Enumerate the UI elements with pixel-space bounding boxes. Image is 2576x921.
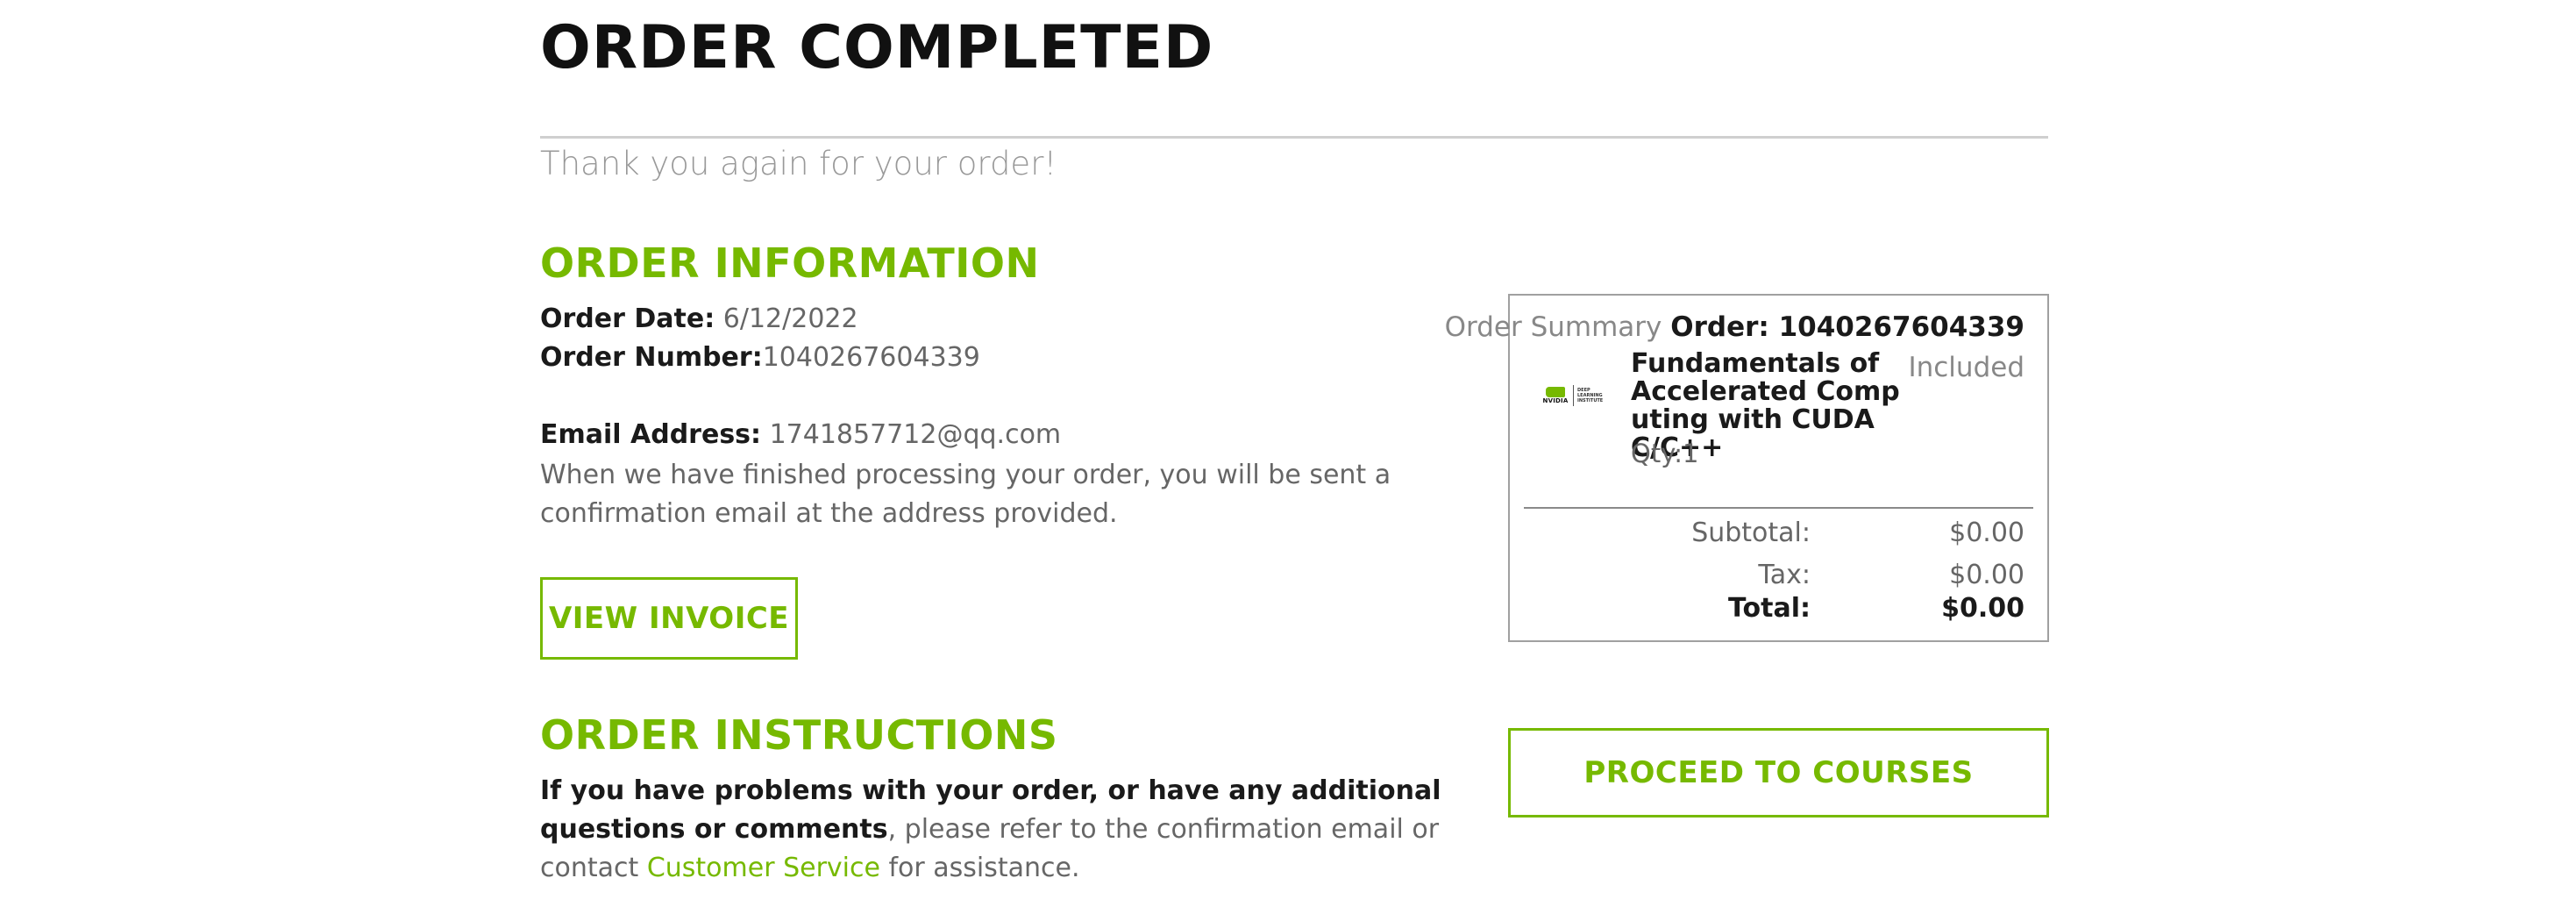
- order-instructions-heading: ORDER INSTRUCTIONS: [540, 711, 1058, 759]
- order-completed-page: ORDER COMPLETED Thank you again for your…: [0, 0, 2576, 921]
- proceed-to-courses-button[interactable]: PROCEED TO COURSES: [1508, 728, 2049, 817]
- thank-you-message: Thank you again for your order!: [540, 145, 1057, 182]
- page-title: ORDER COMPLETED: [540, 13, 1214, 82]
- order-date-value: 6/12/2022: [722, 303, 858, 334]
- order-information-heading: ORDER INFORMATION: [540, 239, 1040, 287]
- email-confirmation-note: When we have finished processing your or…: [540, 460, 1391, 529]
- summary-divider: [1524, 507, 2033, 509]
- email-address-row: Email Address: 1741857712@qq.com: [540, 416, 1061, 454]
- nvidia-eye-icon: NVIDIA: [1541, 387, 1569, 404]
- total-value: $0.00: [1941, 593, 2025, 624]
- order-summary-box: Order Summary Order: 1040267604339 NVIDI…: [1445, 294, 2049, 642]
- logo-divider: [1573, 385, 1574, 406]
- customer-service-link[interactable]: Customer Service: [647, 853, 880, 883]
- view-invoice-button[interactable]: VIEW INVOICE: [540, 577, 798, 660]
- order-date-row: Order Date: 6/12/2022: [540, 300, 858, 339]
- order-number-value: 1040267604339: [762, 342, 980, 373]
- product-quantity: Qty:1: [1631, 439, 1699, 468]
- order-summary-label: Order Summary: [1444, 311, 1662, 343]
- order-date-label: Order Date:: [540, 303, 715, 334]
- order-summary-header: Order Summary Order: 1040267604339: [1445, 308, 2025, 346]
- subtotal-value: $0.00: [1949, 518, 2025, 548]
- instructions-end-text: for assistance.: [879, 853, 1080, 883]
- tax-label: Tax:: [1758, 560, 1811, 590]
- title-divider: [540, 136, 2048, 139]
- order-number-label: Order Number:: [540, 342, 763, 373]
- nvidia-dli-logo: NVIDIA DEEP LEARNING INSTITUTE: [1541, 383, 1613, 408]
- email-address-label: Email Address:: [540, 419, 762, 450]
- logo-wordmark: NVIDIA: [1542, 397, 1569, 404]
- email-address-value: 1741857712@qq.com: [769, 419, 1062, 450]
- total-label: Total:: [1728, 593, 1811, 624]
- subtotal-label: Subtotal:: [1691, 518, 1811, 548]
- order-summary-number: Order: 1040267604339: [1670, 311, 2025, 343]
- logo-dli-text: DEEP LEARNING INSTITUTE: [1577, 388, 1604, 403]
- order-number-row: Order Number:1040267604339: [540, 339, 980, 377]
- tax-value: $0.00: [1949, 560, 2025, 590]
- order-instructions-text: If you have problems with your order, or…: [540, 772, 1461, 888]
- product-price: Included: [1908, 352, 2025, 383]
